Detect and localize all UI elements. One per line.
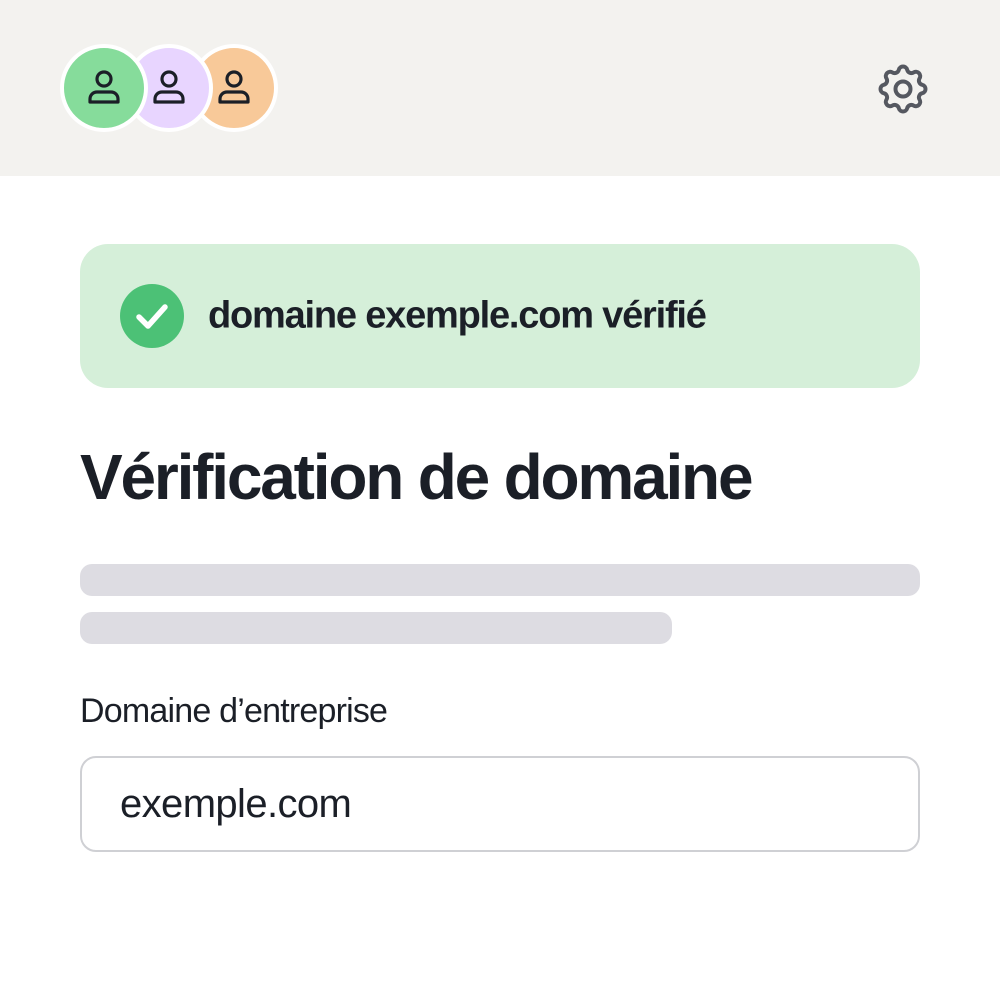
settings-button[interactable] — [872, 58, 934, 120]
user-icon — [88, 70, 120, 104]
domain-field-label: Domaine d’entreprise — [80, 692, 388, 730]
domain-input[interactable] — [80, 756, 920, 852]
skeleton-line — [80, 612, 672, 644]
user-icon — [218, 70, 250, 104]
verification-success-banner: domaine exemple.com vérifié — [80, 244, 920, 388]
skeleton-line — [80, 564, 920, 596]
gear-icon — [878, 64, 928, 114]
avatar[interactable] — [60, 44, 148, 132]
banner-message: domaine exemple.com vérifié — [208, 294, 707, 337]
header-bar — [0, 0, 1000, 176]
user-icon — [153, 70, 185, 104]
page-title: Vérification de domaine — [80, 441, 754, 513]
check-circle-icon — [120, 284, 184, 348]
